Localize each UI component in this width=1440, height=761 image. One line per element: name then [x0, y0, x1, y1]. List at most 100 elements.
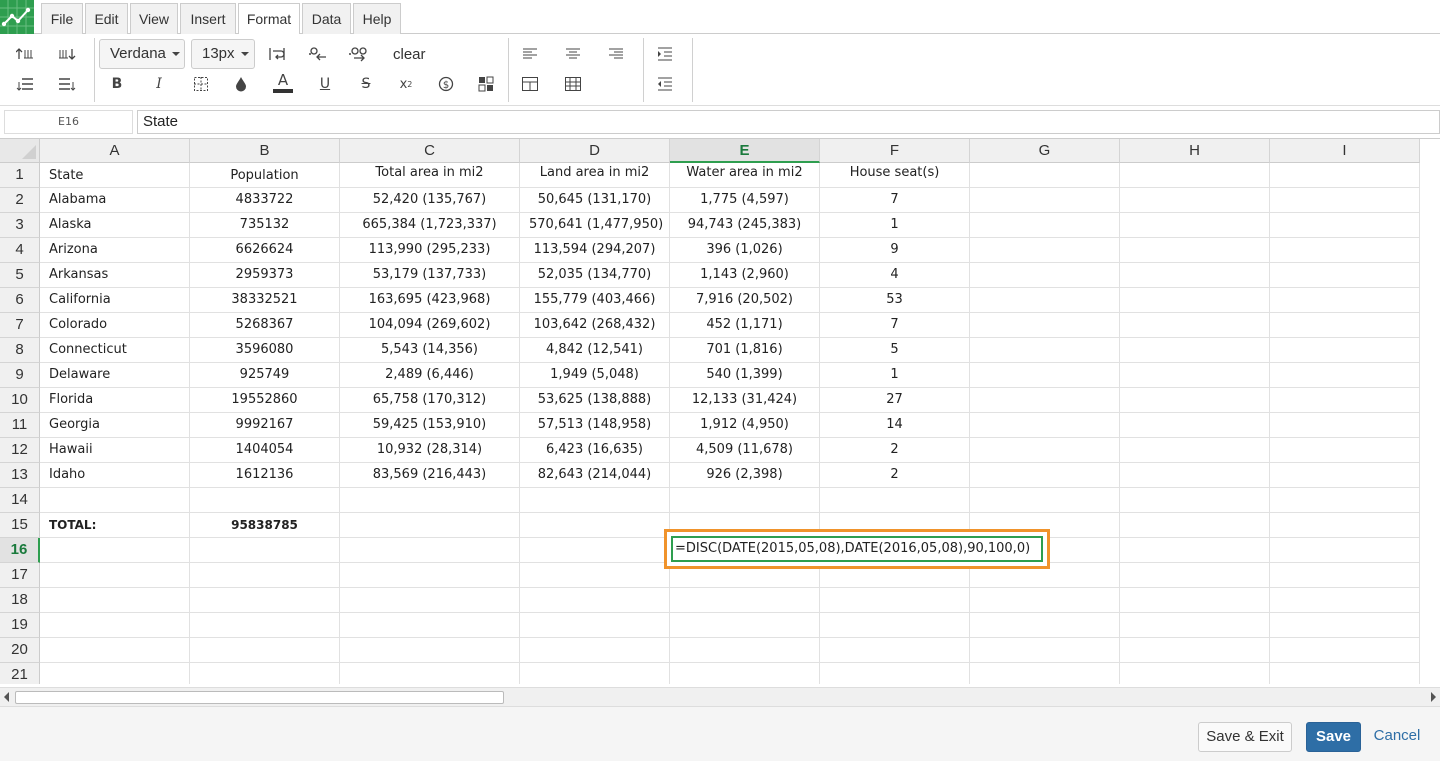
row-header-6[interactable]: 6	[0, 288, 40, 313]
cell-a18[interactable]	[40, 588, 190, 613]
cell-i12[interactable]	[1270, 438, 1420, 463]
cell-b8[interactable]: 3596080	[190, 338, 340, 363]
cell-b7[interactable]: 5268367	[190, 313, 340, 338]
cell-d9[interactable]: 1,949 (5,048)	[520, 363, 670, 388]
cell-d20[interactable]	[520, 638, 670, 663]
cell-g1[interactable]	[970, 163, 1120, 188]
cell-d3[interactable]: 570,641 (1,477,950)	[520, 213, 670, 238]
row-header-18[interactable]: 18	[0, 588, 40, 613]
cell-a15[interactable]: TOTAL:	[40, 513, 190, 538]
column-header-b[interactable]: B	[190, 139, 340, 163]
cell-c17[interactable]	[340, 563, 520, 588]
cell-d2[interactable]: 50,645 (131,170)	[520, 188, 670, 213]
cell-f7[interactable]: 7	[820, 313, 970, 338]
cell-e2[interactable]: 1,775 (4,597)	[670, 188, 820, 213]
cell-d21[interactable]	[520, 663, 670, 684]
cell-b14[interactable]	[190, 488, 340, 513]
cell-g21[interactable]	[970, 663, 1120, 684]
cell-g13[interactable]	[970, 463, 1120, 488]
cell-b19[interactable]	[190, 613, 340, 638]
cell-a20[interactable]	[40, 638, 190, 663]
cell-h17[interactable]	[1120, 563, 1270, 588]
cell-c10[interactable]: 65,758 (170,312)	[340, 388, 520, 413]
cell-e13[interactable]: 926 (2,398)	[670, 463, 820, 488]
cell-b3[interactable]: 735132	[190, 213, 340, 238]
underline-icon[interactable]: U	[313, 73, 337, 95]
font-family-select[interactable]: Verdana	[99, 39, 185, 69]
cell-h12[interactable]	[1120, 438, 1270, 463]
cell-h5[interactable]	[1120, 263, 1270, 288]
row-header-17[interactable]: 17	[0, 563, 40, 588]
cell-h11[interactable]	[1120, 413, 1270, 438]
merge-cells-icon[interactable]	[518, 73, 542, 95]
cell-c6[interactable]: 163,695 (423,968)	[340, 288, 520, 313]
cell-f2[interactable]: 7	[820, 188, 970, 213]
cell-b1[interactable]: Population	[190, 163, 340, 188]
cell-f1[interactable]: House seat(s)	[820, 163, 970, 188]
cell-h8[interactable]	[1120, 338, 1270, 363]
italic-icon[interactable]: I	[147, 73, 171, 95]
cell-d12[interactable]: 6,423 (16,635)	[520, 438, 670, 463]
cell-i3[interactable]	[1270, 213, 1420, 238]
borders-icon[interactable]	[189, 73, 213, 95]
cell-g5[interactable]	[970, 263, 1120, 288]
row-header-21[interactable]: 21	[0, 663, 40, 684]
cell-e3[interactable]: 94,743 (245,383)	[670, 213, 820, 238]
cell-c5[interactable]: 53,179 (137,733)	[340, 263, 520, 288]
cell-b6[interactable]: 38332521	[190, 288, 340, 313]
cell-b15[interactable]: 95838785	[190, 513, 340, 538]
cell-b17[interactable]	[190, 563, 340, 588]
cell-d17[interactable]	[520, 563, 670, 588]
cell-i5[interactable]	[1270, 263, 1420, 288]
cell-h18[interactable]	[1120, 588, 1270, 613]
cell-f8[interactable]: 5	[820, 338, 970, 363]
cell-i14[interactable]	[1270, 488, 1420, 513]
cell-f13[interactable]: 2	[820, 463, 970, 488]
cell-g3[interactable]	[970, 213, 1120, 238]
cell-h14[interactable]	[1120, 488, 1270, 513]
cell-e7[interactable]: 452 (1,171)	[670, 313, 820, 338]
cell-h9[interactable]	[1120, 363, 1270, 388]
cell-b16[interactable]	[190, 538, 340, 563]
decrease-decimal-icon[interactable]	[306, 43, 330, 65]
row-header-16[interactable]: 16	[0, 538, 40, 563]
row-header-20[interactable]: 20	[0, 638, 40, 663]
cell-e11[interactable]: 1,912 (4,950)	[670, 413, 820, 438]
row-header-13[interactable]: 13	[0, 463, 40, 488]
column-header-g[interactable]: G	[970, 139, 1120, 163]
format-icon[interactable]	[474, 73, 498, 95]
cell-a13[interactable]: Idaho	[40, 463, 190, 488]
cell-a16[interactable]	[40, 538, 190, 563]
menu-data[interactable]: Data	[302, 3, 351, 34]
cell-d15[interactable]	[520, 513, 670, 538]
cell-g4[interactable]	[970, 238, 1120, 263]
cell-d19[interactable]	[520, 613, 670, 638]
cell-c3[interactable]: 665,384 (1,723,337)	[340, 213, 520, 238]
cell-c4[interactable]: 113,990 (295,233)	[340, 238, 520, 263]
cell-c21[interactable]	[340, 663, 520, 684]
cell-h4[interactable]	[1120, 238, 1270, 263]
spreadsheet-grid[interactable]: A B C D E F G H I 1 State Population Total area in m…	[0, 138, 1440, 684]
cell-c20[interactable]	[340, 638, 520, 663]
cell-b9[interactable]: 925749	[190, 363, 340, 388]
cell-a21[interactable]	[40, 663, 190, 684]
cell-a6[interactable]: California	[40, 288, 190, 313]
cell-e6[interactable]: 7,916 (20,502)	[670, 288, 820, 313]
cell-g7[interactable]	[970, 313, 1120, 338]
cancel-link[interactable]: Cancel	[1370, 722, 1424, 752]
currency-icon[interactable]: $	[434, 73, 458, 95]
cell-d7[interactable]: 103,642 (268,432)	[520, 313, 670, 338]
increase-decimal-icon[interactable]	[347, 43, 371, 65]
cell-h20[interactable]	[1120, 638, 1270, 663]
cell-e8[interactable]: 701 (1,816)	[670, 338, 820, 363]
row-header-11[interactable]: 11	[0, 413, 40, 438]
outdent-icon[interactable]	[653, 73, 677, 95]
cell-d1[interactable]: Land area in mi2	[520, 163, 670, 188]
cell-a1[interactable]: State	[40, 163, 190, 188]
cell-d10[interactable]: 53,625 (138,888)	[520, 388, 670, 413]
row-header-12[interactable]: 12	[0, 438, 40, 463]
align-left-icon[interactable]	[518, 43, 542, 65]
cell-e4[interactable]: 396 (1,026)	[670, 238, 820, 263]
cell-d14[interactable]	[520, 488, 670, 513]
cell-e9[interactable]: 540 (1,399)	[670, 363, 820, 388]
